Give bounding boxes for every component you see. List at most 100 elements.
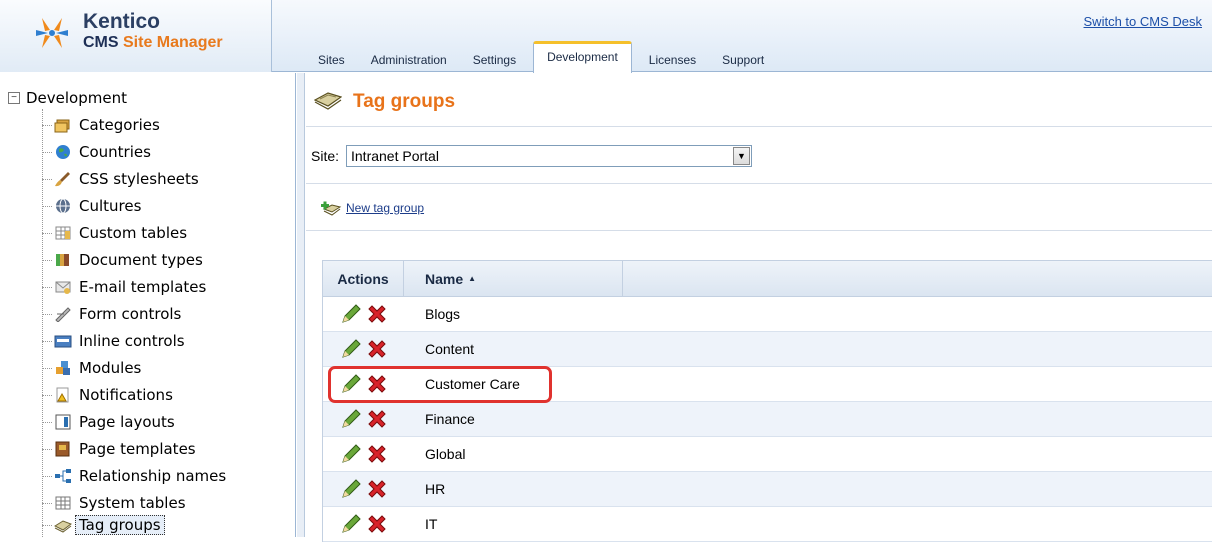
relationship-icon <box>55 469 71 483</box>
table-row: Blogs <box>323 297 1212 332</box>
edit-pencil-icon[interactable] <box>340 303 362 325</box>
tab-administration[interactable]: Administration <box>358 45 460 73</box>
sort-ascending-icon: ▲ <box>468 274 477 283</box>
categories-icon <box>54 119 70 133</box>
email-template-icon <box>55 281 71 294</box>
row-actions <box>323 443 404 465</box>
grid-header: Actions Name ▲ <box>323 261 1212 297</box>
sidebar-item-css-stylesheets[interactable]: CSS stylesheets <box>42 168 203 190</box>
site-selector-row: Site: Intranet Portal ▼ <box>306 128 1212 184</box>
inline-controls-icon <box>54 335 72 348</box>
tree-root-label: Development <box>26 89 127 107</box>
sidebar-item-label: Page templates <box>79 440 196 458</box>
sidebar-item-cultures[interactable]: Cultures <box>42 195 145 217</box>
tab-settings[interactable]: Settings <box>460 45 529 73</box>
delete-x-icon[interactable] <box>366 408 388 430</box>
sidebar-item-label: Inline controls <box>79 332 185 350</box>
logo-product-prefix: CMS <box>83 34 123 51</box>
sidebar-item-label: Form controls <box>79 305 182 323</box>
tab-sites[interactable]: Sites <box>305 45 358 73</box>
main-tabs: Sites Administration Settings Developmen… <box>305 41 777 73</box>
sidebar-item-relationship-names[interactable]: Relationship names <box>42 465 230 487</box>
sidebar-item-countries[interactable]: Countries <box>42 141 155 163</box>
row-name: Finance <box>425 411 475 427</box>
tag-groups-icon <box>314 92 342 110</box>
delete-x-icon[interactable] <box>366 443 388 465</box>
logo-product-name: Site Manager <box>123 34 223 51</box>
sidebar-item-tag-groups[interactable]: Tag groups <box>42 514 165 536</box>
row-name: IT <box>425 516 438 532</box>
sidebar-item-label: Countries <box>79 143 151 161</box>
row-name: Global <box>425 446 466 462</box>
kentico-logo: Kentico CMS Site Manager <box>0 0 272 72</box>
tab-licenses[interactable]: Licenses <box>636 45 709 73</box>
sidebar-item-custom-tables[interactable]: Custom tables <box>42 222 191 244</box>
tree-root-development[interactable]: − Development <box>8 88 127 108</box>
column-header-name-label: Name <box>425 270 464 287</box>
edit-pencil-icon[interactable] <box>340 373 362 395</box>
sidebar-item-page-templates[interactable]: Page templates <box>42 438 200 460</box>
sidebar-item-label: Cultures <box>79 197 142 215</box>
row-name: HR <box>425 481 446 497</box>
column-header-name[interactable]: Name ▲ <box>404 261 623 296</box>
sidebar-item-notifications[interactable]: Notifications <box>42 384 177 406</box>
row-actions <box>323 513 404 535</box>
tag-groups-grid: Actions Name ▲ Blogs Content Customer Ca… <box>322 260 1212 542</box>
system-table-icon <box>55 496 71 510</box>
sidebar-item-categories[interactable]: Categories <box>42 114 164 136</box>
sidebar-item-modules[interactable]: Modules <box>42 357 145 379</box>
new-tag-group-link[interactable]: New tag group <box>320 200 424 216</box>
brush-icon <box>55 172 70 187</box>
table-icon <box>55 226 71 240</box>
table-row: Customer Care <box>323 367 1212 402</box>
delete-x-icon[interactable] <box>366 303 388 325</box>
sidebar-item-document-types[interactable]: Document types <box>42 249 207 271</box>
row-actions <box>323 373 404 395</box>
sidebar-item-email-templates[interactable]: E-mail templates <box>42 276 210 298</box>
sidebar-item-label: E-mail templates <box>79 278 207 296</box>
page-title: Tag groups <box>353 91 456 112</box>
page-header: Tag groups <box>306 73 1212 127</box>
sidebar-item-system-tables[interactable]: System tables <box>42 492 190 514</box>
site-select[interactable]: Intranet Portal ▼ <box>346 145 752 167</box>
table-row: Finance <box>323 402 1212 437</box>
dropdown-arrow-icon[interactable]: ▼ <box>733 147 750 165</box>
sidebar-item-form-controls[interactable]: Form controls <box>42 303 185 325</box>
sidebar-item-label: System tables <box>79 494 186 512</box>
pane-splitter[interactable] <box>297 73 305 537</box>
tab-development[interactable]: Development <box>533 41 632 73</box>
edit-pencil-icon[interactable] <box>340 478 362 500</box>
sidebar-item-inline-controls[interactable]: Inline controls <box>42 330 189 352</box>
document-types-icon <box>56 254 69 266</box>
action-bar: New tag group <box>306 185 1212 231</box>
delete-x-icon[interactable] <box>366 478 388 500</box>
modules-icon <box>56 361 70 375</box>
tag-groups-icon <box>54 520 72 533</box>
edit-pencil-icon[interactable] <box>340 338 362 360</box>
sidebar-item-label: Document types <box>79 251 203 269</box>
row-name: Blogs <box>425 306 461 322</box>
delete-x-icon[interactable] <box>366 338 388 360</box>
table-row: HR <box>323 472 1212 507</box>
row-actions <box>323 408 404 430</box>
edit-pencil-icon[interactable] <box>340 443 362 465</box>
edit-pencil-icon[interactable] <box>340 513 362 535</box>
switch-to-cms-desk-link[interactable]: Switch to CMS Desk <box>1084 14 1202 29</box>
delete-x-icon[interactable] <box>366 513 388 535</box>
site-label: Site: <box>311 148 340 164</box>
collapse-icon[interactable]: − <box>8 92 20 104</box>
sidebar-item-page-layouts[interactable]: Page layouts <box>42 411 179 433</box>
row-name: Customer Care <box>425 376 520 392</box>
logo-brand-text: Kentico <box>83 10 161 33</box>
delete-x-icon[interactable] <box>366 373 388 395</box>
add-tag-group-icon <box>321 201 342 216</box>
column-header-actions: Actions <box>323 261 404 296</box>
tab-support[interactable]: Support <box>709 45 777 73</box>
edit-pencil-icon[interactable] <box>340 408 362 430</box>
culture-globe-icon <box>56 198 70 214</box>
sidebar-tree: − Development Categories Countries CSS s… <box>0 73 296 537</box>
kentico-logo-icon <box>36 18 68 48</box>
sidebar-item-label: Tag groups <box>75 515 165 535</box>
page-layout-icon <box>55 414 71 430</box>
row-actions <box>323 478 404 500</box>
